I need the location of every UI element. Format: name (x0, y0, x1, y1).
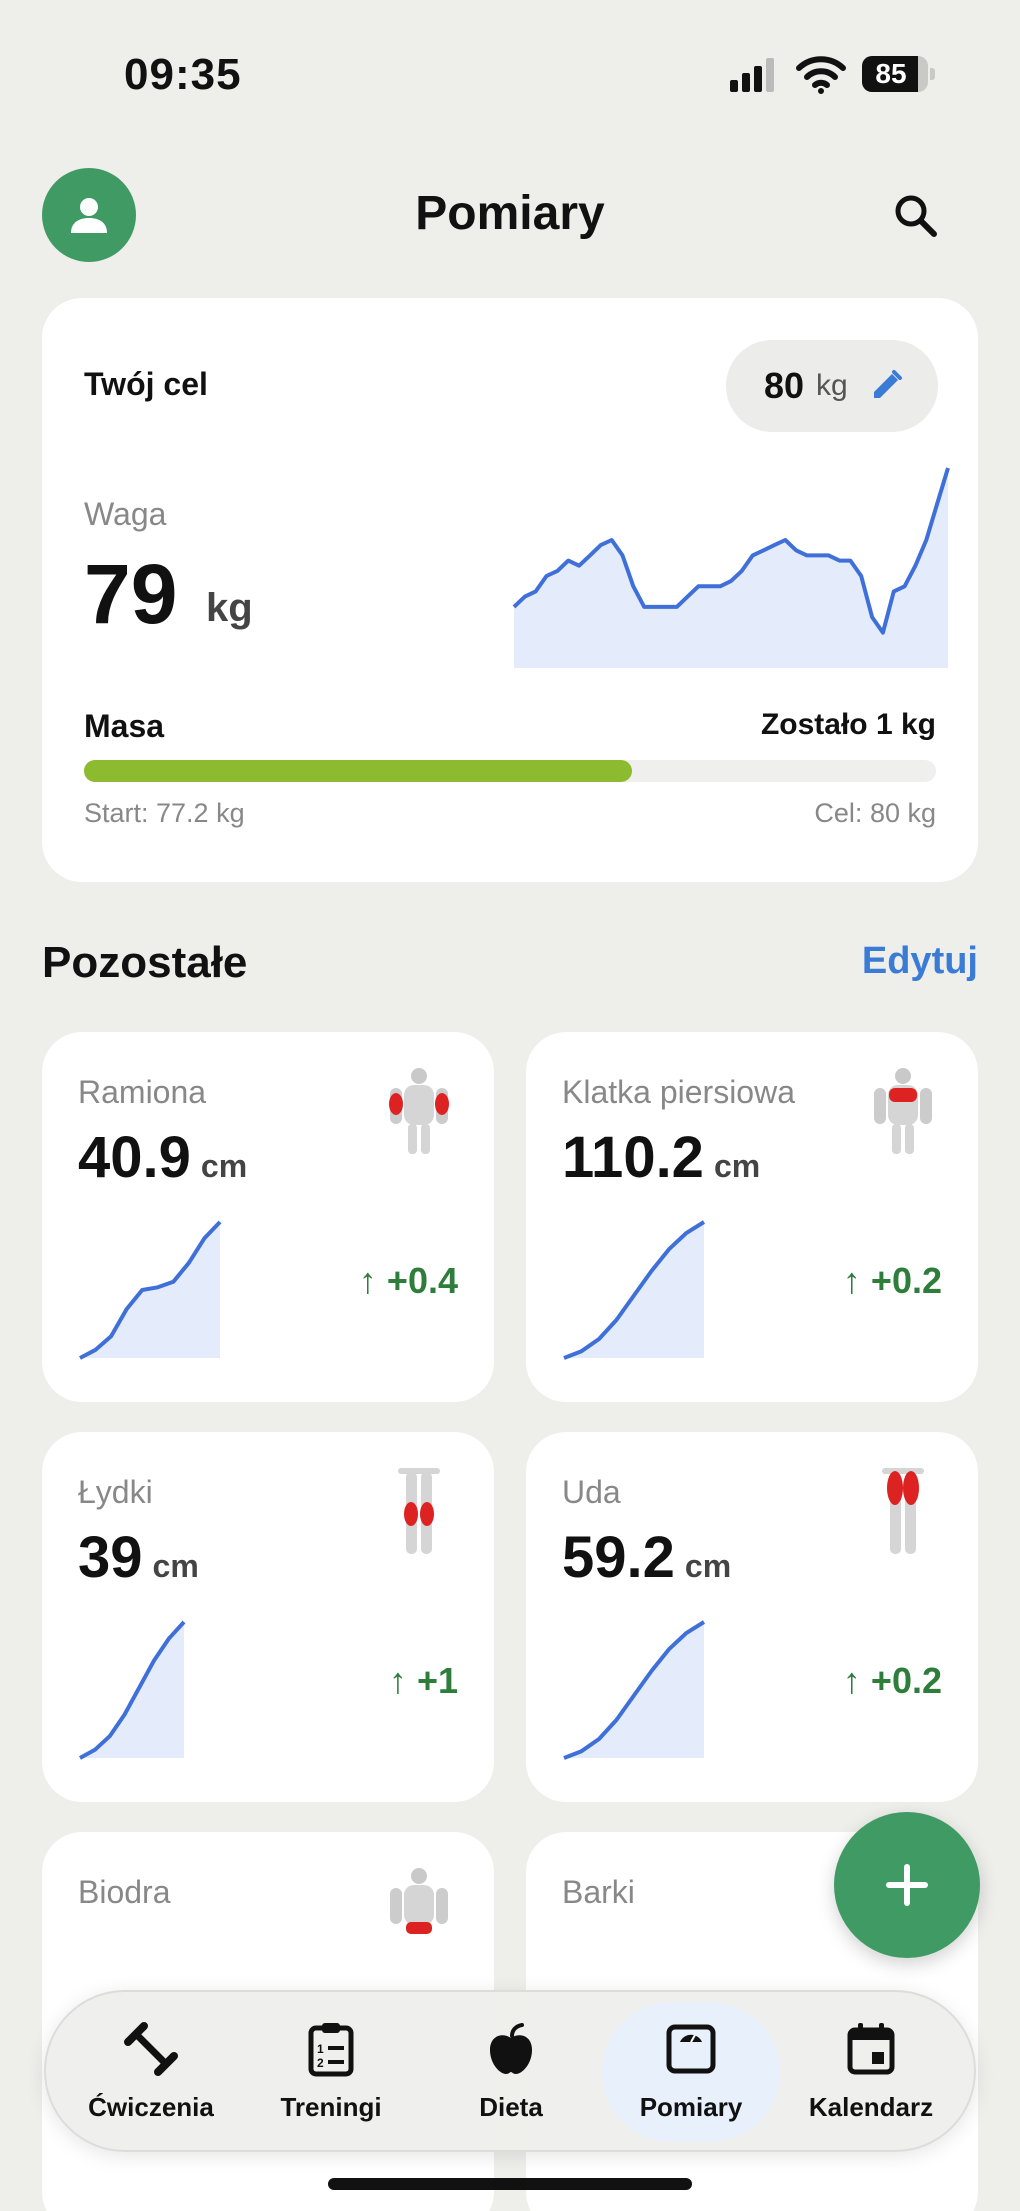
calves-muscle-icon (398, 1468, 440, 1554)
measurement-value: 110.2 (562, 1125, 704, 1190)
measurement-card-arms[interactable]: Ramiona 40.9 cm ↑ +0.4 (42, 1032, 494, 1402)
weight-unit: kg (206, 586, 253, 630)
tab-calendar[interactable]: Kalendarz (782, 2002, 960, 2142)
tab-workouts[interactable]: 1 2 Treningi (242, 2002, 420, 2142)
arrow-up-icon: ↑ (842, 1260, 871, 1301)
arms-muscle-icon (389, 1068, 449, 1154)
measurement-delta: ↑ +0.2 (842, 1660, 942, 1701)
goal-progress-bar (84, 760, 936, 782)
svg-text:2: 2 (317, 2056, 324, 2070)
measurement-card-calves[interactable]: Łydki 39 cm ↑ +1 (42, 1432, 494, 1802)
measurement-unit: cm (684, 1548, 732, 1584)
goal-label: Twój cel (84, 366, 208, 402)
pencil-icon (873, 370, 902, 398)
edit-link[interactable]: Edytuj (862, 940, 978, 983)
scale-icon (666, 2024, 716, 2074)
dumbbell-icon (124, 2022, 178, 2076)
trend-area (564, 1222, 704, 1358)
weight-label: Waga (84, 496, 167, 532)
goal-value: 80 (764, 365, 805, 406)
search-icon[interactable] (890, 190, 942, 242)
home-indicator (328, 2178, 692, 2190)
weight-history-chart (512, 467, 950, 668)
arrow-up-icon: ↑ (358, 1260, 387, 1301)
tab-diet[interactable]: Dieta (422, 2002, 600, 2142)
trend-area (564, 1622, 704, 1758)
start-weight-label: Start: 77.2 kg (84, 798, 245, 828)
goal-progress-fill (84, 760, 632, 782)
weight-chart-area (514, 468, 948, 668)
measurement-name: Klatka piersiowa (562, 1074, 795, 1110)
measurement-card-thighs[interactable]: Uda 59.2 cm ↑ +0.2 (526, 1432, 978, 1802)
cellular-signal-icon (730, 58, 774, 92)
battery-percent: 85 (875, 58, 907, 89)
measurement-name: Uda (562, 1474, 621, 1510)
weight-value: 79 (84, 547, 178, 641)
measurement-unit: cm (200, 1148, 248, 1184)
tab-exercises[interactable]: Ćwiczenia (62, 2002, 240, 2142)
measurement-unit: cm (152, 1548, 199, 1584)
measurement-unit: cm (713, 1148, 761, 1184)
measurement-value: 59.2 (562, 1525, 675, 1590)
arrow-up-icon: ↑ (388, 1660, 417, 1701)
measurement-value: 39 (78, 1525, 143, 1590)
measurement-delta: ↑ +0.2 (842, 1260, 942, 1301)
tab-measurements[interactable]: Pomiary (602, 2002, 780, 2142)
tab-label: Kalendarz (808, 2092, 934, 2122)
goal-unit: kg (816, 369, 848, 402)
tab-label: Treningi (280, 2092, 382, 2122)
battery-indicator: 85 (862, 56, 935, 92)
target-weight-label: Cel: 80 kg (814, 798, 936, 828)
chest-muscle-icon (874, 1068, 932, 1154)
measurement-trend-chart (79, 1220, 222, 1360)
wifi-icon (796, 56, 846, 94)
measurement-name: Biodra (78, 1874, 171, 1910)
measurement-trend-chart (79, 1620, 186, 1760)
arrow-up-icon: ↑ (842, 1660, 871, 1701)
tab-label: Dieta (479, 2092, 543, 2122)
svg-text:1: 1 (317, 2042, 324, 2056)
mass-label: Masa (84, 708, 165, 744)
goal-card[interactable]: Twój cel 80 kg Waga 79 kg Masa Zostało 1… (42, 298, 978, 882)
header: Pomiary (0, 168, 1020, 264)
add-measurement-button[interactable] (834, 1812, 980, 1958)
measurement-value: 40.9 (78, 1125, 191, 1190)
measurement-trend-chart (563, 1220, 706, 1360)
remaining-label: Zostało 1 kg (760, 708, 936, 741)
measurement-name: Łydki (78, 1474, 153, 1510)
section-title: Pozostałe (42, 938, 248, 987)
status-bar: 09:35 85 (0, 0, 1020, 150)
apple-icon (490, 2023, 532, 2074)
goal-edit-button[interactable]: 80 kg (726, 340, 938, 432)
measurement-value-row: 59.2 cm (562, 1524, 731, 1591)
page-title: Pomiary (415, 187, 605, 240)
calendar-icon (847, 2023, 895, 2075)
thighs-muscle-icon (882, 1468, 924, 1554)
measurement-trend-chart (563, 1620, 706, 1760)
measurement-name: Barki (562, 1874, 635, 1910)
clipboard-list-icon: 1 2 (308, 2023, 354, 2077)
tab-label: Ćwiczenia (88, 2092, 214, 2122)
bottom-tab-bar: Ćwiczenia 1 2 Treningi Dieta Pomiary Kal… (44, 1990, 976, 2152)
measurement-name: Ramiona (78, 1074, 207, 1110)
plus-icon (886, 1864, 928, 1906)
measurement-card-chest[interactable]: Klatka piersiowa 110.2 cm ↑ +0.2 (526, 1032, 978, 1402)
status-time: 09:35 (124, 50, 242, 99)
measurement-value-row: 110.2 cm (562, 1124, 760, 1191)
measurement-delta: ↑ +1 (388, 1660, 458, 1701)
measurement-delta: ↑ +0.4 (358, 1260, 458, 1301)
tab-label: Pomiary (639, 2092, 743, 2122)
measurement-value-row: 39 cm (78, 1524, 199, 1591)
hips-muscle-icon (390, 1868, 448, 1934)
measurement-value-row: 40.9 cm (78, 1124, 247, 1191)
